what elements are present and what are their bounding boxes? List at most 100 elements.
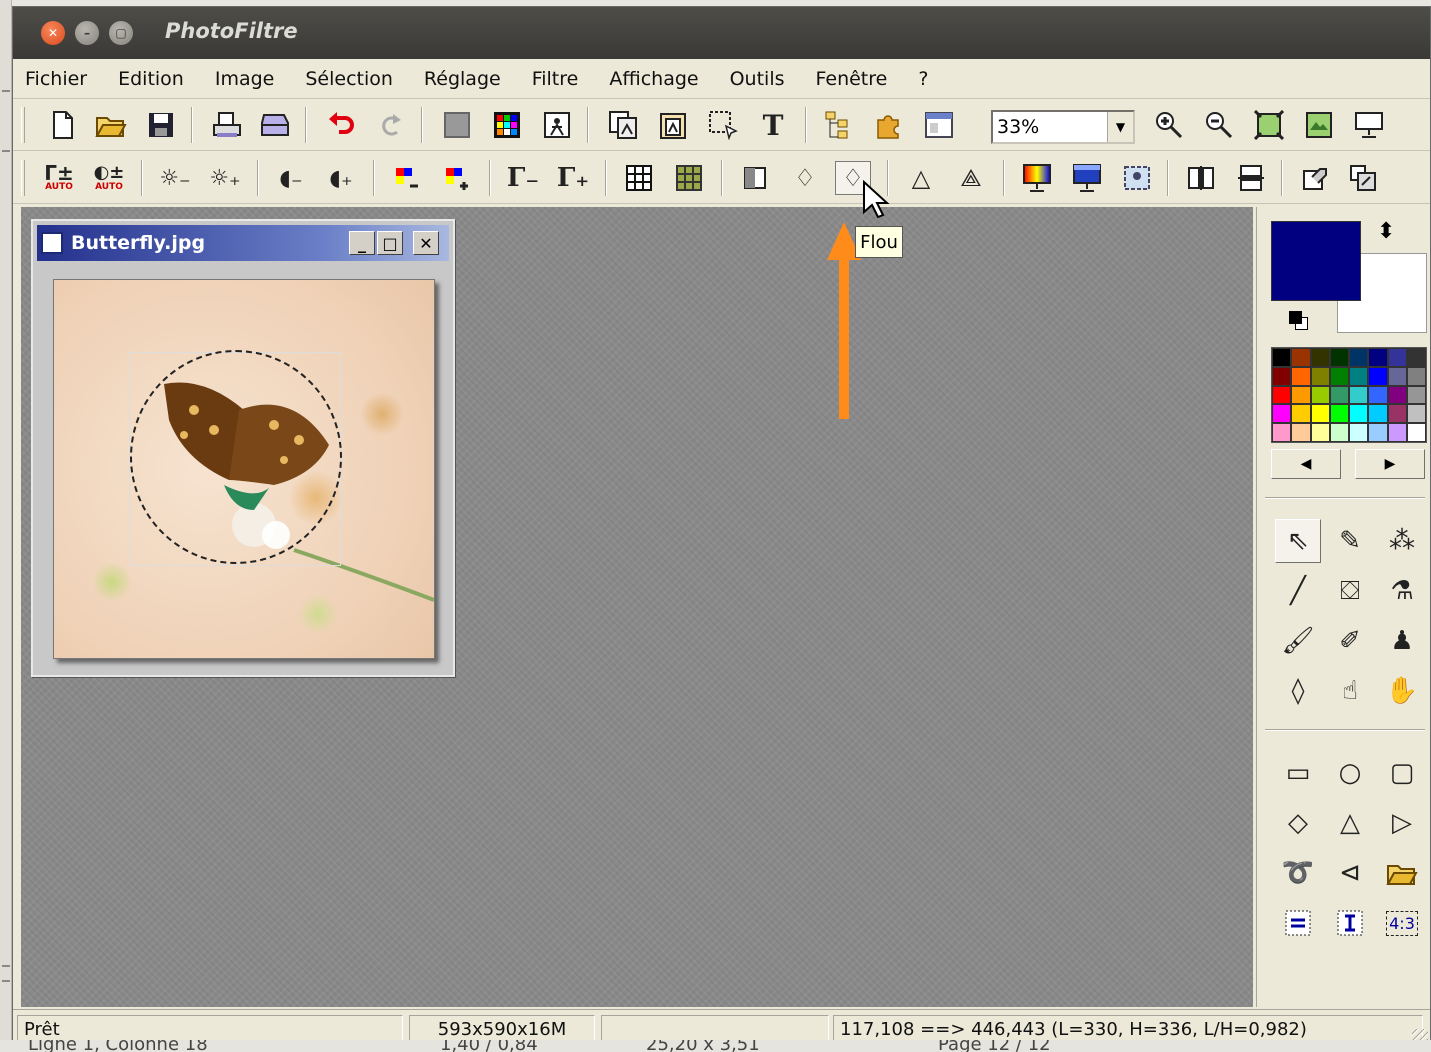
transparent-button[interactable] <box>539 108 575 142</box>
ellipse-shape[interactable]: ○ <box>1327 751 1373 795</box>
frame-button[interactable] <box>1119 161 1155 195</box>
rectangle-shape[interactable]: ▭ <box>1275 751 1321 795</box>
palette-swatch[interactable] <box>1291 366 1311 386</box>
menu-fichier[interactable]: Fichier <box>21 66 91 92</box>
menu-fenetre[interactable]: Fenêtre <box>812 66 892 92</box>
gamma-plus-button[interactable]: Γ₊ <box>555 161 591 195</box>
close-window-button[interactable]: ✕ <box>41 21 65 45</box>
palette-swatch[interactable] <box>1329 404 1349 424</box>
actual-size-button[interactable] <box>1301 108 1337 142</box>
palette-swatch[interactable] <box>1310 423 1330 442</box>
palette-swatch[interactable] <box>1329 385 1349 405</box>
palette-swatch[interactable] <box>1272 348 1292 367</box>
palette-swatch[interactable] <box>1406 385 1426 405</box>
diamond-shape[interactable]: ◇ <box>1275 801 1321 845</box>
magic-wand-tool[interactable]: ⁂ <box>1379 519 1425 563</box>
explorer-button[interactable] <box>821 108 857 142</box>
palette-swatch[interactable] <box>1329 423 1349 442</box>
select-button[interactable] <box>705 108 741 142</box>
copy-image-button[interactable] <box>605 108 641 142</box>
reset-colors-icon[interactable] <box>1289 311 1309 331</box>
zoom-out-button[interactable] <box>1201 108 1237 142</box>
palette-swatch[interactable] <box>1291 404 1311 424</box>
palette-swatch[interactable] <box>1349 404 1369 424</box>
fill-tool[interactable]: ⛋ <box>1327 569 1373 613</box>
contour-button[interactable] <box>737 161 773 195</box>
palette-swatch[interactable] <box>1368 366 1388 386</box>
palette-swatch[interactable] <box>1406 404 1426 424</box>
eyedropper-tool[interactable]: ✎ <box>1327 519 1373 563</box>
menu-filtre[interactable]: Filtre <box>528 66 583 92</box>
menu-reglage[interactable]: Réglage <box>420 66 505 92</box>
zoom-combo[interactable]: ▼ <box>991 110 1135 144</box>
auto-contrast-button[interactable]: ◐± AUTO <box>91 161 127 195</box>
palette-swatch[interactable] <box>1349 385 1369 405</box>
menu-help[interactable]: ? <box>914 66 932 92</box>
sharpen-more-button[interactable]: ⟁ <box>953 161 989 195</box>
palette-swatch[interactable] <box>1272 423 1292 442</box>
gray-button[interactable] <box>439 108 475 142</box>
document-window[interactable]: Butterfly.jpg _ □ ✕ <box>31 219 455 677</box>
zoom-in-button[interactable] <box>1151 108 1187 142</box>
brush-tool[interactable]: 🖌 <box>1275 619 1321 663</box>
menu-selection[interactable]: Sélection <box>301 66 397 92</box>
palette-swatch[interactable] <box>1349 348 1369 367</box>
palette-swatch[interactable] <box>1310 404 1330 424</box>
palette-prev-button[interactable]: ◀ <box>1271 449 1341 479</box>
palette-swatch[interactable] <box>1368 348 1388 367</box>
fullscreen-button[interactable] <box>1351 108 1387 142</box>
plugins-button[interactable] <box>871 108 907 142</box>
save-button[interactable] <box>143 108 179 142</box>
palette-swatch[interactable] <box>1406 348 1426 367</box>
palette-swatch[interactable] <box>1387 366 1407 386</box>
hand-tool[interactable]: ✋ <box>1379 669 1425 713</box>
equal-size-option[interactable] <box>1275 901 1321 945</box>
gradient-button[interactable] <box>1019 161 1055 195</box>
contrast-plus-button[interactable]: ◖₊ <box>323 161 359 195</box>
rounded-rect-shape[interactable]: ▢ <box>1379 751 1425 795</box>
print-button[interactable] <box>209 108 245 142</box>
undo-button[interactable] <box>323 108 359 142</box>
polygon-shape[interactable]: ⊲ <box>1327 851 1373 895</box>
menu-image[interactable]: Image <box>211 66 279 92</box>
fit-image-button[interactable] <box>1251 108 1287 142</box>
elliptical-selection[interactable] <box>130 350 342 564</box>
new-button[interactable] <box>45 108 81 142</box>
sharpen-button[interactable]: △ <box>903 161 939 195</box>
butterfly-image[interactable] <box>53 279 435 659</box>
palette-swatch[interactable] <box>1349 423 1369 442</box>
palette-swatch[interactable] <box>1291 348 1311 367</box>
foreground-color[interactable] <box>1271 221 1361 301</box>
line-tool[interactable]: ╱ <box>1275 569 1321 613</box>
drop-button[interactable]: ♢ <box>787 161 823 195</box>
grid-button[interactable] <box>621 161 657 195</box>
palette-swatch[interactable] <box>1310 366 1330 386</box>
monitor-button[interactable] <box>1069 161 1105 195</box>
palette-swatch[interactable] <box>1310 348 1330 367</box>
spray-tool[interactable]: ⚗ <box>1379 569 1425 613</box>
palette-swatch[interactable] <box>1406 423 1426 442</box>
smudge-tool[interactable]: ☝ <box>1327 669 1373 713</box>
palette-swatch[interactable] <box>1291 423 1311 442</box>
flip-vertical-button[interactable] <box>1233 161 1269 195</box>
rotate-button[interactable] <box>1297 161 1333 195</box>
brightness-minus-button[interactable]: ☼₋ <box>157 161 193 195</box>
text-button[interactable]: T <box>755 108 791 142</box>
palette-next-button[interactable]: ▶ <box>1355 449 1425 479</box>
menu-outils[interactable]: Outils <box>726 66 789 92</box>
palette-swatch[interactable] <box>1329 366 1349 386</box>
colors-button[interactable] <box>489 108 525 142</box>
palette-swatch[interactable] <box>1272 404 1292 424</box>
advanced-brush-tool[interactable]: ✐ <box>1327 619 1373 663</box>
palette-swatch[interactable] <box>1406 366 1426 386</box>
doc-minimize-button[interactable]: _ <box>349 231 375 255</box>
palette-swatch[interactable] <box>1349 366 1369 386</box>
minimize-window-button[interactable]: – <box>75 21 99 45</box>
triangle-shape[interactable]: △ <box>1327 801 1373 845</box>
swap-colors-icon[interactable]: ⬍ <box>1377 219 1395 244</box>
scan-button[interactable] <box>257 108 293 142</box>
texture-button[interactable] <box>671 161 707 195</box>
zoom-dropdown-button[interactable]: ▼ <box>1107 112 1133 142</box>
contrast-minus-button[interactable]: ◖₋ <box>273 161 309 195</box>
resize-button[interactable] <box>1345 161 1381 195</box>
